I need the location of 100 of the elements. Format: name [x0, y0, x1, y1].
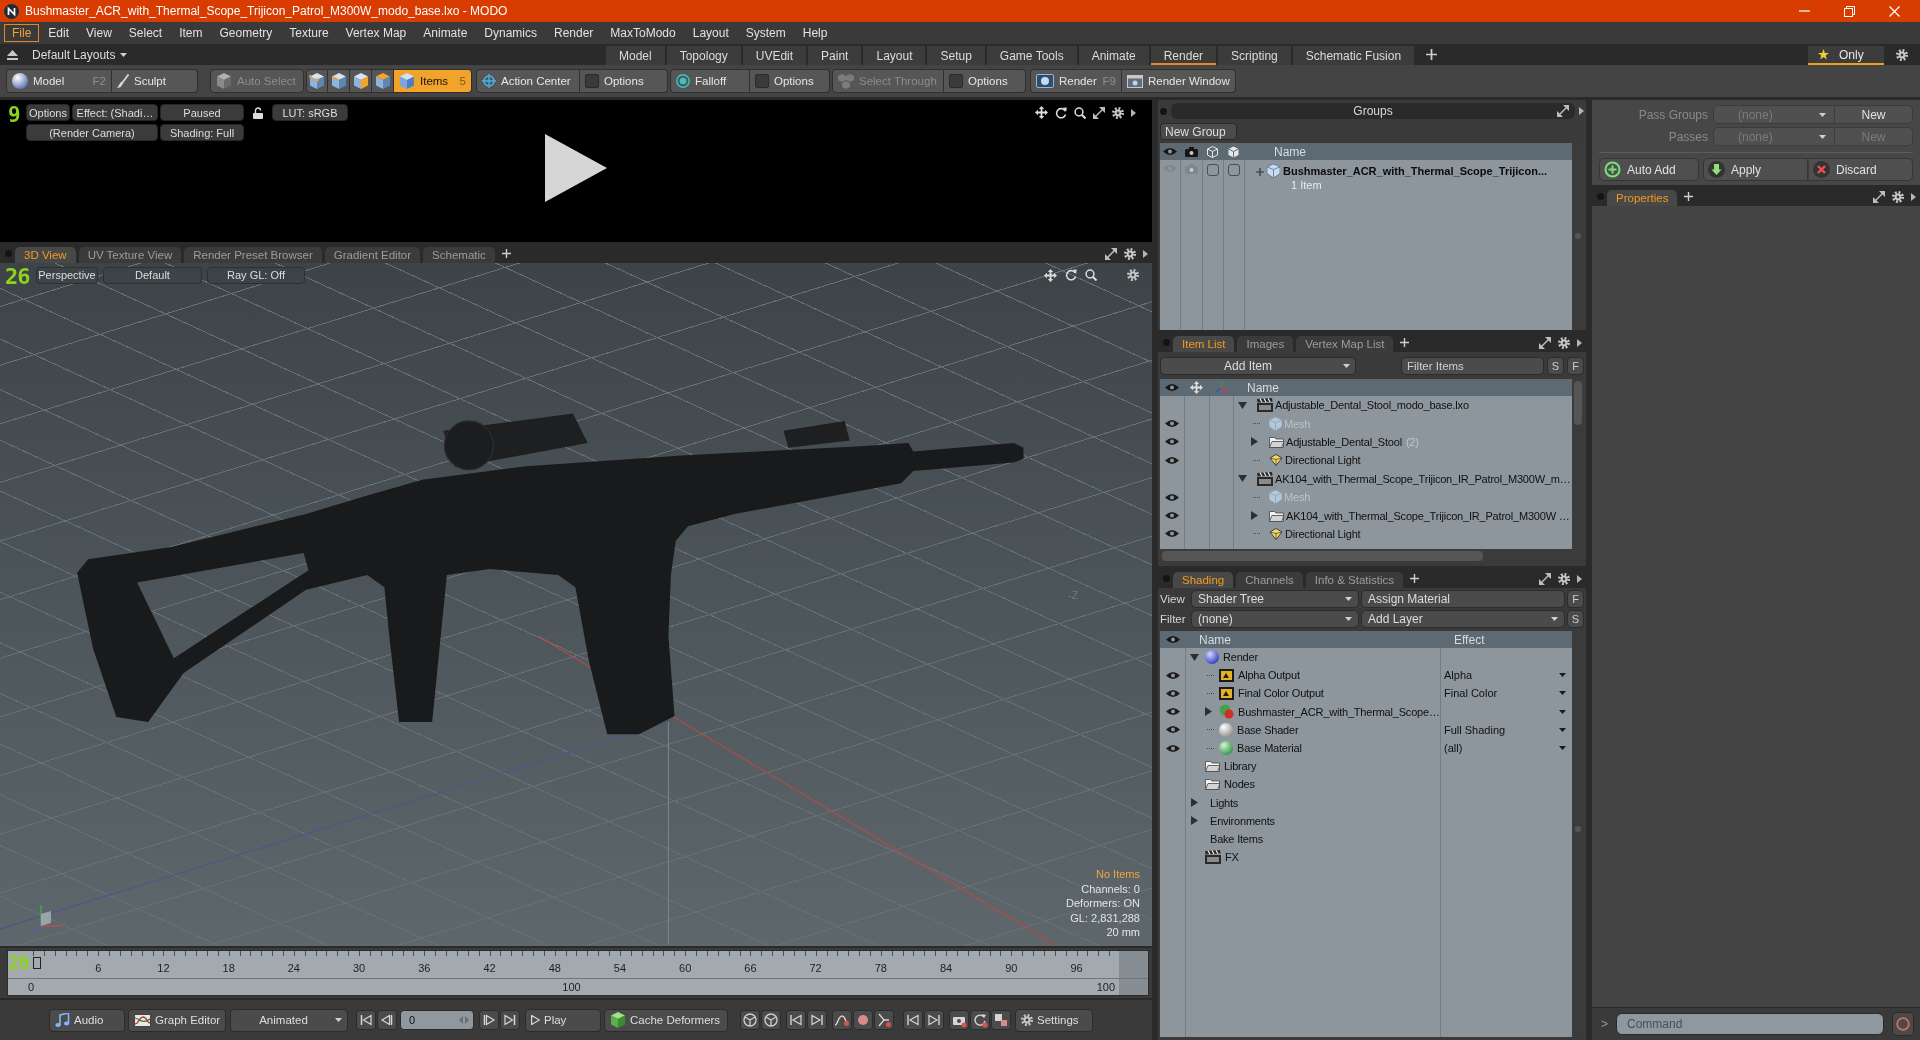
add-layer-dropdown[interactable]: Add Layer: [1361, 610, 1565, 628]
panel-menu-arrow-icon[interactable]: [1911, 192, 1916, 201]
step-back-icon[interactable]: [377, 1010, 397, 1030]
effect-dropdown[interactable]: (all): [1440, 738, 1572, 758]
favorites-toggle[interactable]: Only: [1808, 46, 1884, 65]
expand-icon[interactable]: [1539, 336, 1551, 349]
settings-icon[interactable]: [1558, 572, 1570, 585]
menu-item[interactable]: Vertex Map: [337, 24, 415, 42]
eye-icon[interactable]: [1165, 688, 1180, 698]
toolbar-button[interactable]: Items 5: [394, 69, 472, 93]
add-tab-icon[interactable]: [1400, 338, 1410, 347]
step-forward-icon[interactable]: [479, 1010, 499, 1030]
scrollbar-thumb[interactable]: [1575, 825, 1581, 832]
menu-item[interactable]: System: [737, 24, 794, 42]
graph-editor-button[interactable]: Graph Editor: [128, 1008, 226, 1032]
scrollbar-thumb[interactable]: [1162, 551, 1484, 561]
expand-toggle[interactable]: [1189, 653, 1199, 661]
loop-icon[interactable]: [970, 1010, 990, 1030]
layout-tab[interactable]: Setup: [927, 46, 985, 65]
menu-item[interactable]: Select: [120, 24, 171, 42]
toolbar-button[interactable]: Options: [750, 69, 830, 93]
jump-to-end-icon[interactable]: [500, 1010, 520, 1030]
move-icon[interactable]: [1035, 106, 1048, 119]
eye-icon[interactable]: [1163, 147, 1177, 156]
toolbar-button[interactable]: Falloff: [670, 69, 750, 93]
panel-tab[interactable]: Images: [1237, 336, 1294, 352]
options-checkbox[interactable]: [585, 74, 599, 88]
layout-tab[interactable]: Schematic Fusion: [1292, 46, 1415, 65]
toggle-button[interactable]: S: [1567, 610, 1584, 628]
panel-menu-arrow-icon[interactable]: [1143, 249, 1148, 258]
eye-icon[interactable]: [1165, 511, 1179, 521]
eye-icon[interactable]: [1165, 529, 1179, 539]
expand-toggle[interactable]: [1237, 401, 1247, 409]
menu-item[interactable]: Edit: [40, 24, 78, 42]
command-field[interactable]: Command: [1616, 1013, 1884, 1035]
plus-icon[interactable]: [1256, 168, 1264, 176]
camera-icon[interactable]: [1184, 146, 1198, 157]
eye-icon[interactable]: [1165, 707, 1180, 717]
panel-tab[interactable]: Info & Statistics: [1305, 572, 1404, 588]
menu-item[interactable]: File: [4, 24, 40, 42]
jump-to-start-icon[interactable]: [356, 1010, 376, 1030]
panel-menu-arrow-icon[interactable]: [1579, 107, 1584, 115]
expand-icon[interactable]: [1539, 572, 1551, 585]
toggle-button[interactable]: S: [1547, 356, 1564, 375]
square-toggle-icon[interactable]: [1227, 164, 1240, 176]
camera-icon[interactable]: [949, 1010, 969, 1030]
settings-icon[interactable]: [1112, 106, 1124, 119]
panel-tab[interactable]: Vertex Map List: [1296, 336, 1394, 352]
selection-mode-button[interactable]: [306, 69, 328, 93]
rotate-icon[interactable]: [1055, 106, 1067, 119]
record-button[interactable]: [1892, 1012, 1914, 1036]
expand-icon[interactable]: [1873, 190, 1885, 203]
panel-tab[interactable]: 3D View: [15, 247, 76, 263]
options-checkbox[interactable]: [755, 74, 769, 88]
settings-icon[interactable]: [1896, 48, 1908, 61]
panel-tab[interactable]: Shading: [1173, 572, 1234, 588]
menu-item[interactable]: Item: [171, 24, 211, 42]
restore-icon[interactable]: [1844, 5, 1855, 17]
viewport-option[interactable]: Default: [103, 266, 202, 284]
panel-tab[interactable]: Schematic: [423, 247, 495, 263]
toolbar-button[interactable]: Render Window: [1122, 69, 1236, 93]
play-button[interactable]: Play: [525, 1008, 601, 1032]
viewport-option[interactable]: Ray GL: Off: [207, 266, 305, 284]
selection-mode-button[interactable]: [350, 69, 372, 93]
toolbar-button[interactable]: Options: [580, 69, 668, 93]
panel-tab[interactable]: Render Preset Browser: [184, 247, 322, 263]
settings-icon[interactable]: [1558, 336, 1570, 349]
add-tab-icon[interactable]: [501, 249, 511, 258]
menu-item[interactable]: Texture: [281, 24, 337, 42]
toggle-button[interactable]: F: [1567, 356, 1584, 375]
menu-item[interactable]: MaxToModo: [602, 24, 684, 42]
scrollbar-thumb[interactable]: [1574, 381, 1582, 425]
panel-tab[interactable]: Gradient Editor: [324, 247, 421, 263]
effect-dropdown[interactable]: Final Color: [1440, 684, 1572, 703]
layout-tab[interactable]: Game Tools: [986, 46, 1077, 65]
layout-tab[interactable]: Model: [606, 46, 665, 65]
preview-option[interactable]: Options: [26, 104, 70, 121]
viewport-option[interactable]: Perspective: [36, 266, 98, 284]
playhead-icon[interactable]: [33, 957, 41, 969]
eye-icon[interactable]: [1165, 635, 1180, 644]
effect-dropdown[interactable]: Alpha: [1440, 666, 1572, 685]
wheel-icon[interactable]: [740, 1010, 760, 1030]
expand-icon[interactable]: [1105, 247, 1117, 260]
layouts-dropdown[interactable]: Default Layouts: [32, 47, 128, 62]
selection-mode-button[interactable]: [328, 69, 350, 93]
settings-icon[interactable]: [1124, 247, 1136, 260]
timeline-ruler[interactable]: 6 12 18 24 30 36 42 48 54 60 66 72 78 84 90 96 0 100 100 26: [7, 950, 1149, 996]
magnifier-icon[interactable]: [1085, 269, 1097, 281]
panel-menu-arrow-icon[interactable]: [1131, 108, 1136, 117]
preview-option[interactable]: Effect: (Shadi…: [72, 104, 158, 121]
new-pass-button[interactable]: New: [1835, 105, 1913, 124]
panel-menu-arrow-icon[interactable]: [1577, 574, 1582, 583]
frame-field[interactable]: 0: [400, 1010, 474, 1030]
up-arrow-icon[interactable]: [7, 49, 18, 60]
panel-tab[interactable]: Properties: [1607, 190, 1678, 206]
play-icon[interactable]: [545, 134, 607, 202]
expand-toggle[interactable]: [1190, 816, 1198, 826]
cube-icon[interactable]: [1228, 145, 1239, 158]
menu-item[interactable]: Help: [794, 24, 836, 42]
expand-toggle[interactable]: [1250, 437, 1258, 447]
